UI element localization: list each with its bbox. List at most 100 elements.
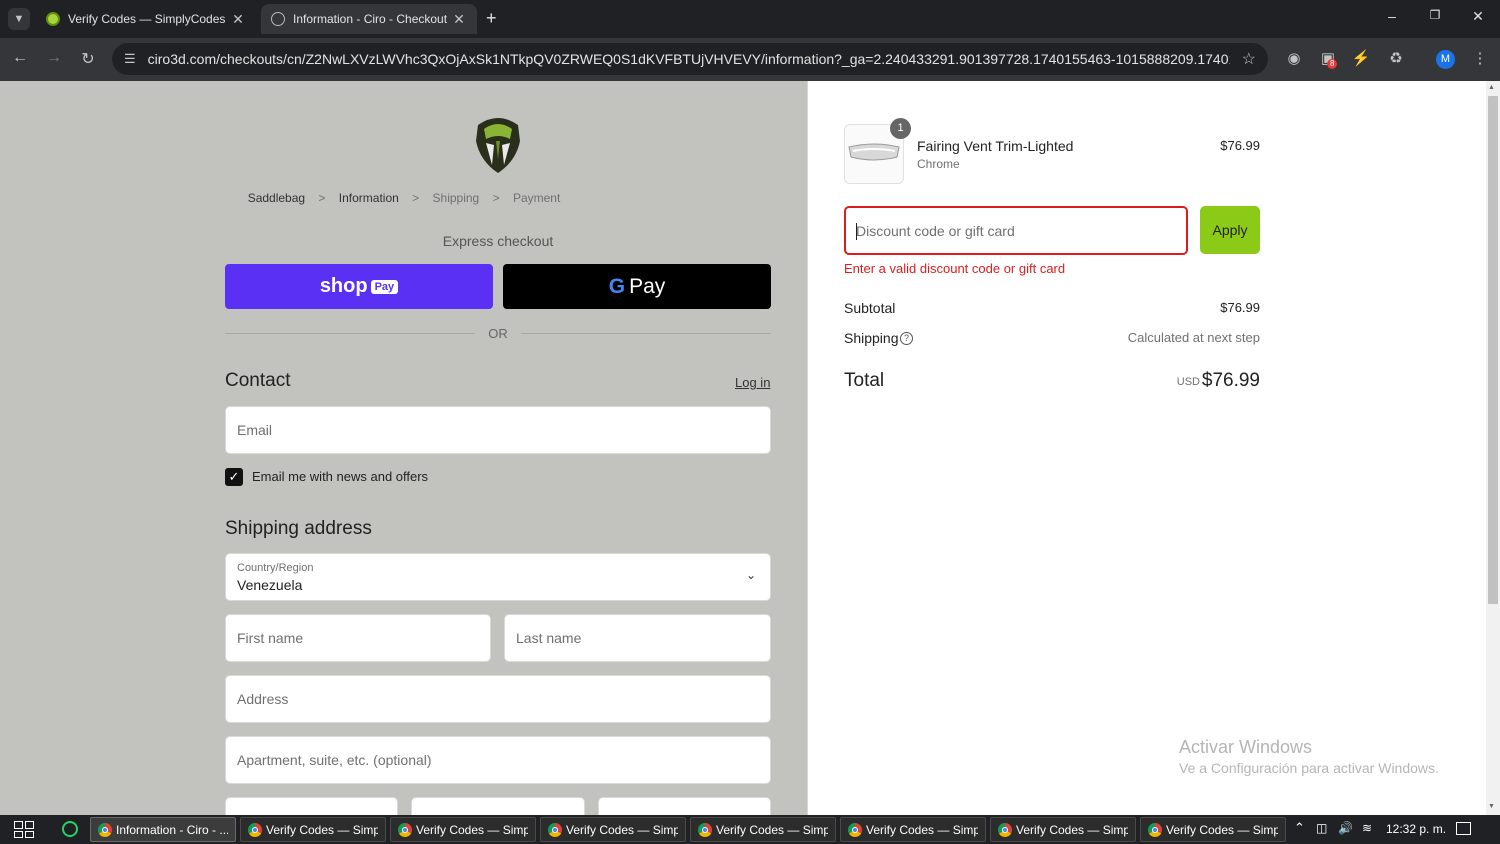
taskbar-item-verify-codes[interactable]: Verify Codes — Simp... xyxy=(390,817,536,842)
taskbar-item-label: Verify Codes — Simp... xyxy=(866,822,978,837)
minimize-icon[interactable]: – xyxy=(1382,8,1402,24)
simplycodes-icon xyxy=(46,12,60,26)
shipping-label: Shipping xyxy=(844,330,899,346)
extensions-puzzle-icon[interactable]: ♻ xyxy=(1386,49,1406,69)
google-pay-button[interactable]: G Pay xyxy=(503,264,771,309)
state-field[interactable] xyxy=(411,797,585,815)
taskbar-item-label: Information - Ciro - ... xyxy=(116,822,228,837)
gpay-label: Pay xyxy=(629,274,666,298)
chevron-down-icon: ⌄ xyxy=(745,568,756,582)
taskbar-item-verify-codes[interactable]: Verify Codes — Simp... xyxy=(540,817,686,842)
shop-pay-button[interactable]: shop Pay xyxy=(225,264,493,309)
taskbar-item-checkout[interactable]: Information - Ciro - ... xyxy=(90,817,236,842)
taskbar-item-verify-codes[interactable]: Verify Codes — Simp... xyxy=(1140,817,1286,842)
task-view-icon[interactable] xyxy=(14,821,34,838)
wifi-icon[interactable]: ≋ xyxy=(1362,821,1372,835)
taskbar-item-label: Verify Codes — Simp... xyxy=(1016,822,1128,837)
ciro-snake-logo-icon xyxy=(476,118,520,173)
close-tab-icon[interactable]: ✕ xyxy=(451,11,467,28)
first-name-placeholder: First name xyxy=(237,630,304,646)
browser-toolbar: ← → ↻ ☰ ciro3d.com/checkouts/cn/Z2NwLXVz… xyxy=(0,38,1500,81)
extension-lightning-icon[interactable]: ⚡ xyxy=(1351,49,1371,69)
whatsapp-icon[interactable] xyxy=(62,821,78,837)
breadcrumb: Saddlebag > Information > Shipping > Pay… xyxy=(0,191,808,205)
notifications-icon[interactable] xyxy=(1456,822,1471,835)
chrome-icon xyxy=(398,822,412,837)
country-select[interactable]: Country/Region Venezuela ⌄ xyxy=(225,553,771,601)
forward-icon[interactable]: → xyxy=(44,49,64,67)
tab-search-button[interactable]: ▼ xyxy=(8,8,30,30)
divider-line xyxy=(225,333,475,334)
chevron-right-icon: > xyxy=(412,191,420,205)
apartment-placeholder: Apartment, suite, etc. (optional) xyxy=(237,752,432,768)
breadcrumb-shipping: Shipping xyxy=(432,191,480,205)
tab-verify-codes[interactable]: Verify Codes — SimplyCodes ✕ xyxy=(36,4,256,34)
first-name-field[interactable]: First name xyxy=(225,614,491,662)
taskbar-item-verify-codes[interactable]: Verify Codes — Simp... xyxy=(840,817,986,842)
discount-placeholder: Discount code or gift card xyxy=(856,223,1015,239)
email-field[interactable]: Email xyxy=(225,406,771,454)
tab-checkout[interactable]: Information - Ciro - Checkout ✕ xyxy=(261,4,477,34)
last-name-placeholder: Last name xyxy=(516,630,582,646)
subtotal-label: Subtotal xyxy=(844,300,896,316)
chrome-icon xyxy=(848,822,862,837)
scroll-up-icon[interactable]: ▲ xyxy=(1488,84,1495,91)
tab-title: Verify Codes — SimplyCodes xyxy=(68,12,226,26)
scrollbar-thumb[interactable] xyxy=(1488,96,1498,604)
profile-avatar[interactable]: M xyxy=(1436,50,1455,69)
new-tab-button[interactable]: + xyxy=(486,8,497,29)
bookmark-star-icon[interactable]: ☆ xyxy=(1242,49,1256,69)
product-name: Fairing Vent Trim-Lighted xyxy=(917,138,1074,154)
newsletter-checkbox[interactable]: ✓ xyxy=(225,468,243,486)
taskbar-clock[interactable]: 12:32 p. m. xyxy=(1386,822,1446,836)
email-placeholder: Email xyxy=(237,422,273,438)
taskbar-item-label: Verify Codes — Simp... xyxy=(1166,822,1278,837)
order-summary-panel xyxy=(808,81,1486,815)
shipping-value: Calculated at next step xyxy=(1127,330,1260,345)
quantity-badge: 1 xyxy=(890,118,911,139)
city-field[interactable] xyxy=(225,797,398,815)
taskbar-item-verify-codes[interactable]: Verify Codes — Simp... xyxy=(990,817,1136,842)
login-link[interactable]: Log in xyxy=(735,375,770,390)
product-variant: Chrome xyxy=(917,157,960,171)
apply-button[interactable]: Apply xyxy=(1200,206,1260,254)
chrome-icon xyxy=(548,822,562,837)
total-label: Total xyxy=(844,370,885,391)
browser-menu-icon[interactable]: ⋮ xyxy=(1470,49,1490,69)
tab-title: Information - Ciro - Checkout xyxy=(293,12,448,26)
product-price: $76.99 xyxy=(1220,138,1260,153)
chrome-icon xyxy=(98,822,112,837)
taskbar-item-verify-codes[interactable]: Verify Codes — Simp... xyxy=(690,817,836,842)
tray-chevron-up-icon[interactable]: ⌃ xyxy=(1294,820,1305,836)
volume-icon[interactable]: 🔊 xyxy=(1338,821,1353,835)
address-bar[interactable]: ☰ ciro3d.com/checkouts/cn/Z2NwLXVzLWVhc3… xyxy=(112,43,1268,75)
extension-coupon-icon[interactable]: ▣ 8 xyxy=(1318,49,1338,69)
close-tab-icon[interactable]: ✕ xyxy=(230,11,246,28)
taskbar-item-verify-codes[interactable]: Verify Codes — Simp... xyxy=(240,817,386,842)
breadcrumb-saddlebag[interactable]: Saddlebag xyxy=(248,191,305,205)
scroll-down-icon[interactable]: ▼ xyxy=(1488,803,1495,810)
or-separator: OR xyxy=(488,326,508,341)
breadcrumb-payment: Payment xyxy=(512,191,561,205)
extension-robot-icon[interactable]: ◉ xyxy=(1284,49,1304,69)
apartment-field[interactable]: Apartment, suite, etc. (optional) xyxy=(225,736,771,784)
url-text: ciro3d.com/checkouts/cn/Z2NwLXVzLWVhc3Qx… xyxy=(147,51,1230,67)
country-value: Venezuela xyxy=(237,577,303,593)
express-checkout-label: Express checkout xyxy=(442,233,554,249)
chrome-icon xyxy=(998,822,1012,837)
discount-code-input[interactable]: Discount code or gift card xyxy=(844,206,1188,255)
chrome-icon xyxy=(698,822,712,837)
address-field[interactable]: Address xyxy=(225,675,771,723)
back-icon[interactable]: ← xyxy=(10,49,30,67)
window-close-icon[interactable]: ✕ xyxy=(1468,8,1488,25)
newsletter-label[interactable]: Email me with news and offers xyxy=(252,469,428,484)
address-placeholder: Address xyxy=(237,691,289,707)
network-icon[interactable]: ◫ xyxy=(1316,821,1327,835)
chrome-icon xyxy=(248,822,262,837)
shipping-info-icon[interactable]: ? xyxy=(900,332,913,345)
restore-icon[interactable]: ❐ xyxy=(1425,8,1445,22)
site-info-icon[interactable]: ☰ xyxy=(124,51,136,67)
last-name-field[interactable]: Last name xyxy=(504,614,771,662)
reload-icon[interactable]: ↻ xyxy=(78,49,98,69)
postal-code-field[interactable] xyxy=(598,797,771,815)
